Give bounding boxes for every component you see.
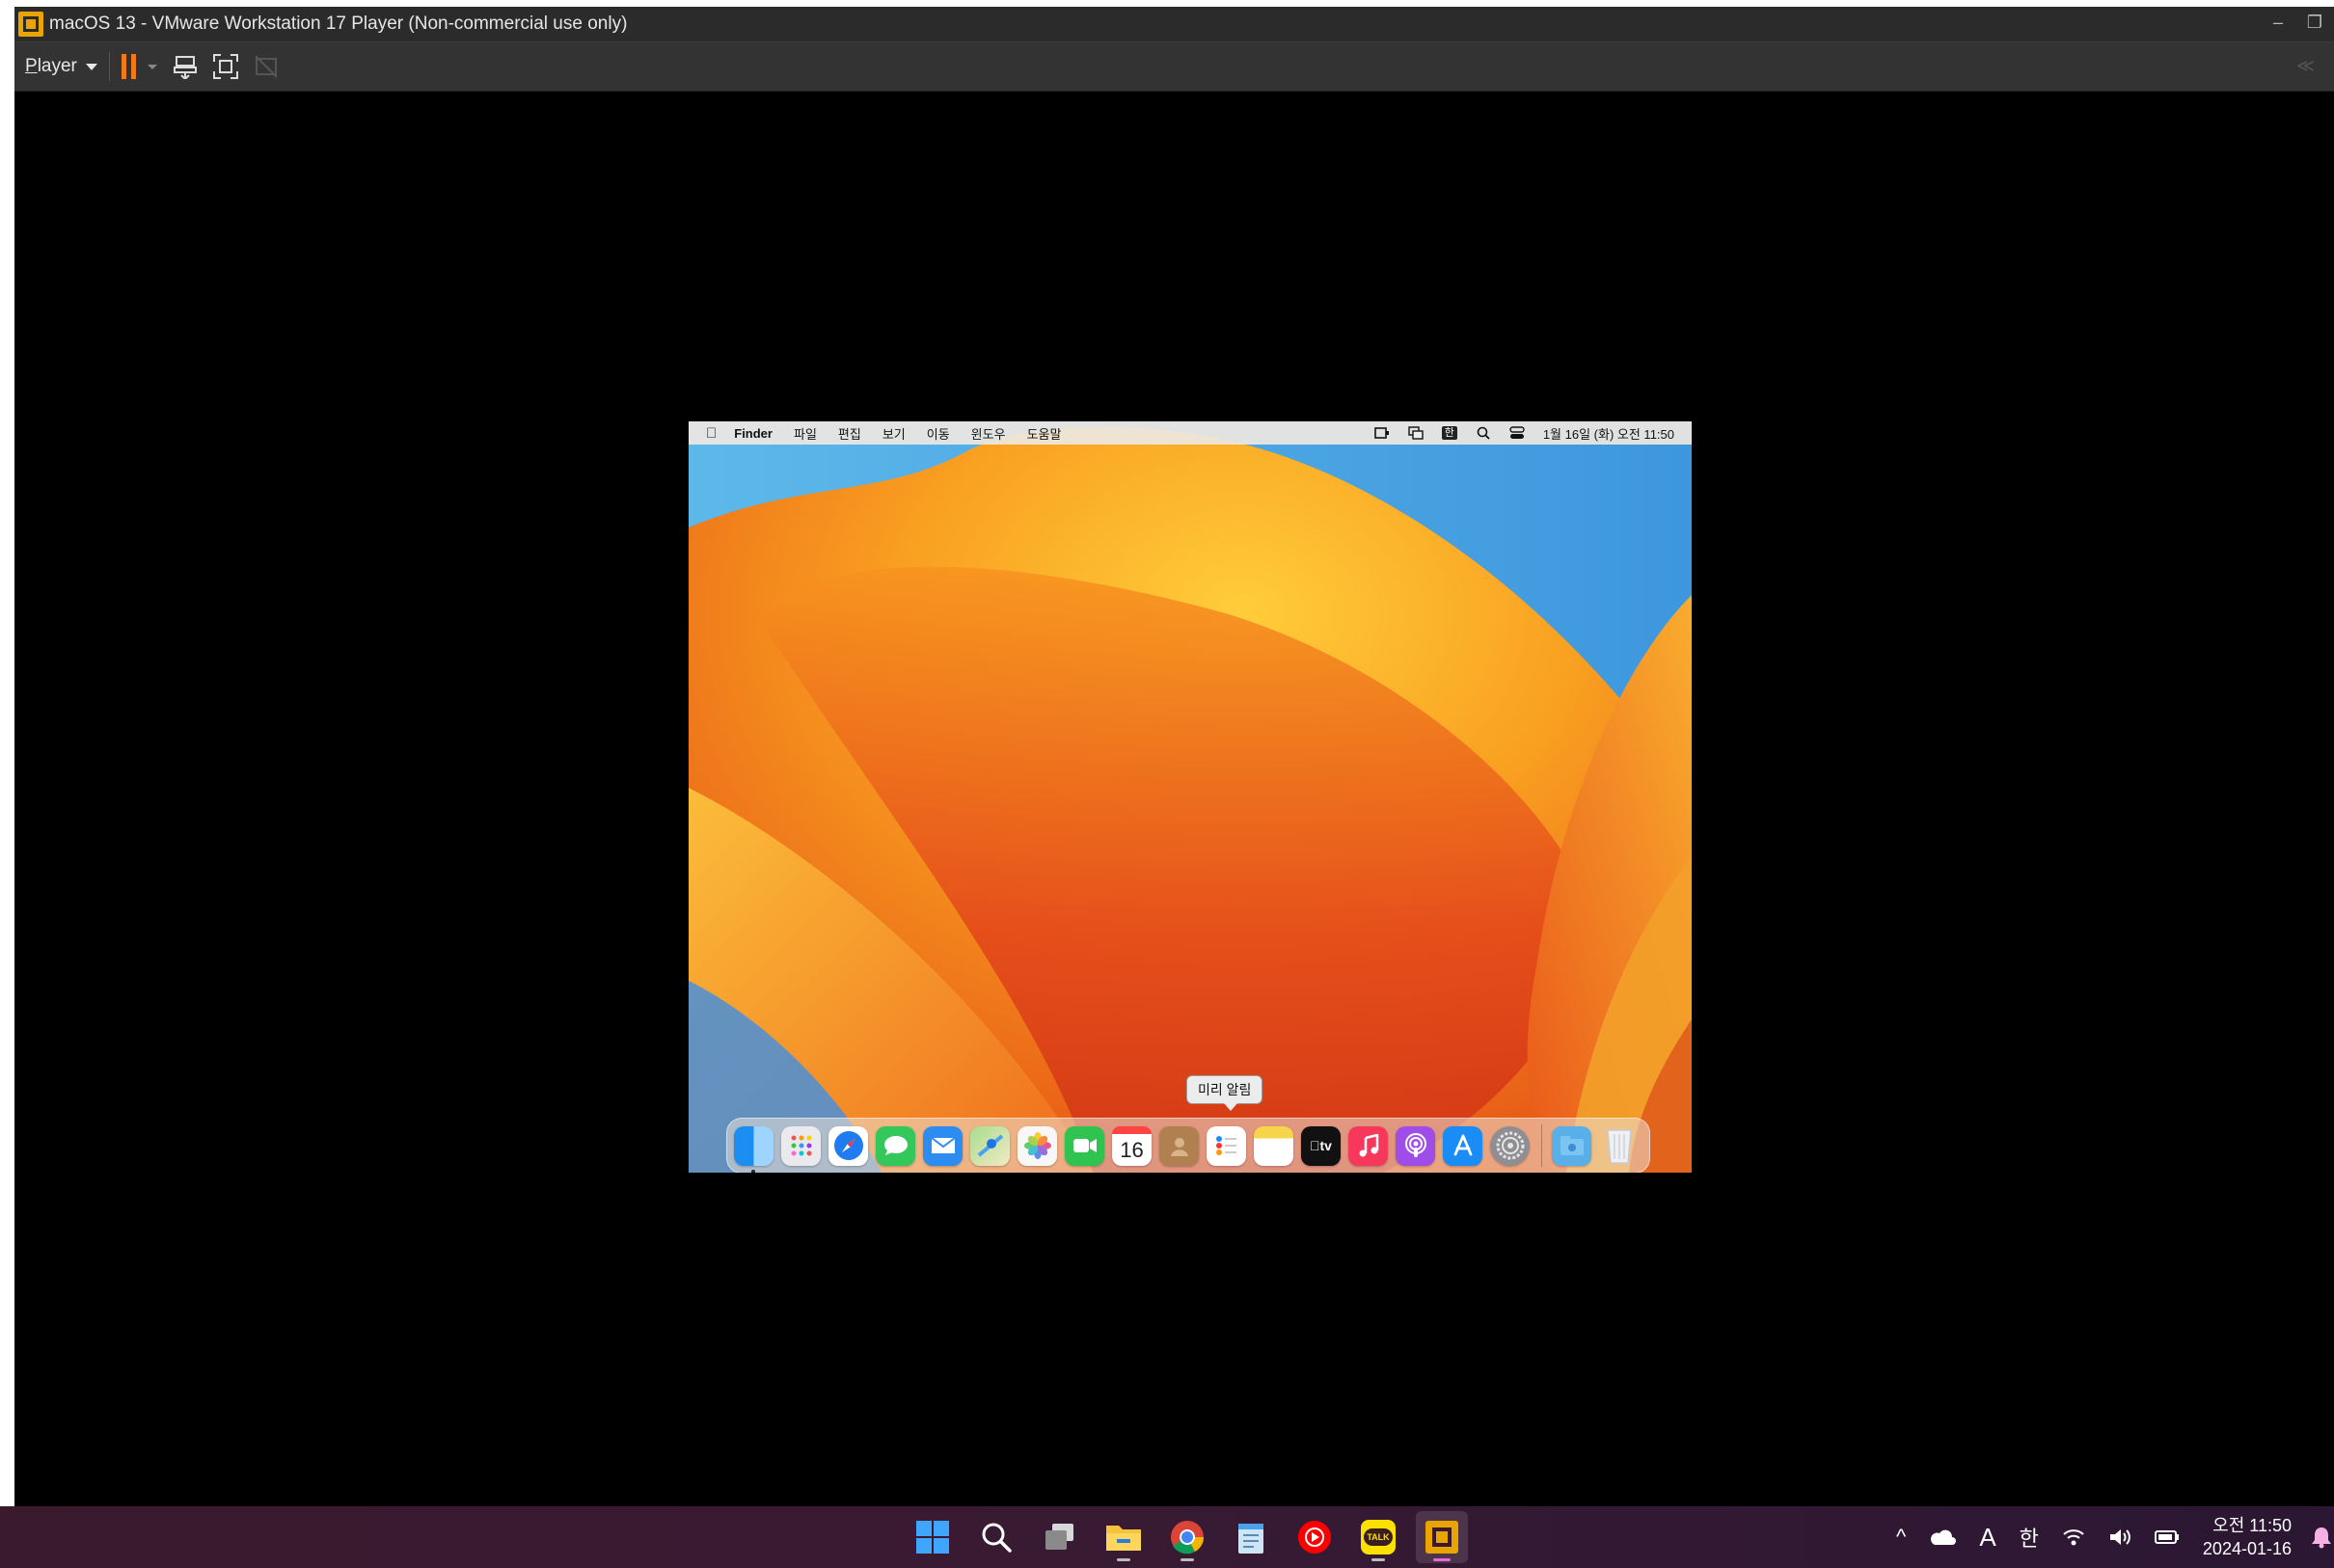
safari-icon[interactable] [828,1125,868,1166]
player-menu-mnemonic: P [25,56,38,76]
contacts-icon[interactable] [1159,1125,1199,1166]
fullscreen-icon[interactable] [211,52,240,81]
send-ctrl-alt-del-icon[interactable] [171,52,200,81]
player-toolbar: Player ≪ [14,41,2334,92]
onedrive-icon[interactable] [1929,1528,1957,1546]
menu-extras: 한 1월 16일 (화) 오전 11:50 [1373,421,1674,445]
vmware-window: macOS 13 - VMware Workstation 17 Player … [14,7,2334,1506]
apple-tv-glyph:  [1310,1138,1320,1153]
messages-icon[interactable] [876,1125,915,1166]
unity-icon [252,52,281,81]
desktop: macOS 13 - VMware Workstation 17 Player … [0,0,2334,1568]
calendar-icon[interactable]: 16 [1112,1125,1152,1166]
window-switch-icon[interactable] [1408,426,1424,440]
wifi-icon[interactable] [2062,1527,2085,1547]
maps-icon[interactable] [970,1125,1010,1166]
menu-bar-clock[interactable]: 1월 16일 (화) 오전 11:50 [1543,424,1674,443]
running-indicator [1181,1558,1194,1561]
reminders-icon[interactable] [1207,1125,1246,1166]
menu-window[interactable]: 윈도우 [971,424,1006,443]
calendar-header [1112,1125,1152,1134]
running-indicator [1117,1558,1130,1561]
mail-icon[interactable] [923,1125,963,1166]
menu-edit[interactable]: 편집 [838,424,861,443]
toolbar-divider [108,52,110,81]
restore-icon[interactable]: ❐ [2305,13,2324,33]
kakaotalk-icon[interactable]: TALK [1352,1511,1404,1563]
taskbar-clock[interactable]: 오전 11:50 2024-01-16 [2203,1514,2292,1560]
start-button[interactable] [907,1511,959,1563]
notification-bell-icon[interactable] [2311,1526,2332,1554]
clock-date: 2024-01-16 [2202,1539,2292,1558]
collapse-toolbar-icon[interactable]: ≪ [2296,56,2315,76]
input-mode-letter[interactable]: A [1979,1523,1995,1553]
notes-icon[interactable] [1254,1125,1293,1166]
task-view-icon[interactable] [1034,1511,1086,1563]
music-icon[interactable] [1348,1125,1388,1166]
window-controls: – ❐ [2268,13,2324,33]
input-source-indicator[interactable]: 한 [1441,426,1457,440]
clock-time: 오전 11:50 [2212,1516,2292,1535]
downloads-folder-icon[interactable] [1552,1125,1591,1166]
system-settings-icon[interactable] [1490,1125,1530,1166]
running-indicator [751,1169,755,1173]
kakaotalk-label: TALK [1364,1528,1393,1546]
minimize-icon[interactable]: – [2268,13,2288,33]
apple-menu-icon[interactable]:  [706,425,717,442]
taskbar-search-icon[interactable] [970,1511,1022,1563]
menu-help[interactable]: 도움말 [1027,424,1062,443]
volume-icon[interactable] [2108,1527,2131,1547]
notepad-icon[interactable] [1225,1511,1277,1563]
running-indicator [1371,1558,1385,1561]
ime-hangul-indicator[interactable]: 한 [2020,1522,2039,1553]
chevron-down-icon [85,63,97,70]
screen-record-icon[interactable] [1373,426,1390,440]
window-title: macOS 13 - VMware Workstation 17 Player … [49,14,628,34]
menu-app-name[interactable]: Finder [734,426,773,441]
launchpad-icon[interactable] [781,1125,821,1166]
control-center-icon[interactable] [1509,426,1525,440]
file-explorer-icon[interactable] [1098,1511,1150,1563]
title-bar[interactable]: macOS 13 - VMware Workstation 17 Player … [14,7,2334,41]
taskbar-apps: TALK [907,1506,1479,1568]
windows-taskbar: TALK ^ A 한 오전 11:50 2024-01-16 [0,1506,2334,1568]
trash-icon[interactable] [1599,1126,1639,1166]
facetime-icon[interactable] [1065,1125,1104,1166]
mac-dock: 16 tv [726,1118,1650,1173]
player-menu-button[interactable]: Player [25,56,97,77]
mac-menu-bar:  Finder 파일 편집 보기 이동 윈도우 도움말 한 1월 16일 (화… [689,421,1692,445]
youtube-music-icon[interactable] [1289,1511,1341,1563]
photos-icon[interactable] [1018,1125,1057,1166]
spotlight-search-icon[interactable] [1476,426,1491,440]
guest-screen[interactable]:  Finder 파일 편집 보기 이동 윈도우 도움말 한 1월 16일 (화… [689,421,1692,1173]
dock-tooltip: 미리 알림 [1186,1075,1263,1111]
ventura-wallpaper [689,421,1692,1173]
pause-options-chevron-icon[interactable] [147,64,157,69]
pause-icon[interactable] [121,54,136,79]
podcasts-icon[interactable] [1396,1125,1435,1166]
finder-icon[interactable] [734,1125,773,1173]
menu-view[interactable]: 보기 [882,424,906,443]
vmware-player-icon[interactable] [1416,1511,1468,1563]
menu-go[interactable]: 이동 [927,424,950,443]
system-tray: ^ A 한 오전 11:50 2024-01-16 [1896,1506,2334,1568]
vmware-logo-icon [18,12,43,37]
menu-file[interactable]: 파일 [794,424,817,443]
player-menu-label: layer [37,56,77,76]
active-window-indicator [1433,1558,1451,1561]
battery-icon[interactable] [2154,1528,2180,1546]
apple-tv-icon[interactable]: tv [1301,1125,1341,1166]
dock-divider [1541,1124,1542,1167]
calendar-day: 16 [1120,1137,1144,1162]
apple-tv-label: tv [1315,1138,1332,1153]
show-hidden-icons-chevron[interactable]: ^ [1896,1525,1906,1550]
chrome-icon[interactable] [1161,1511,1213,1563]
app-store-icon[interactable] [1443,1125,1482,1166]
